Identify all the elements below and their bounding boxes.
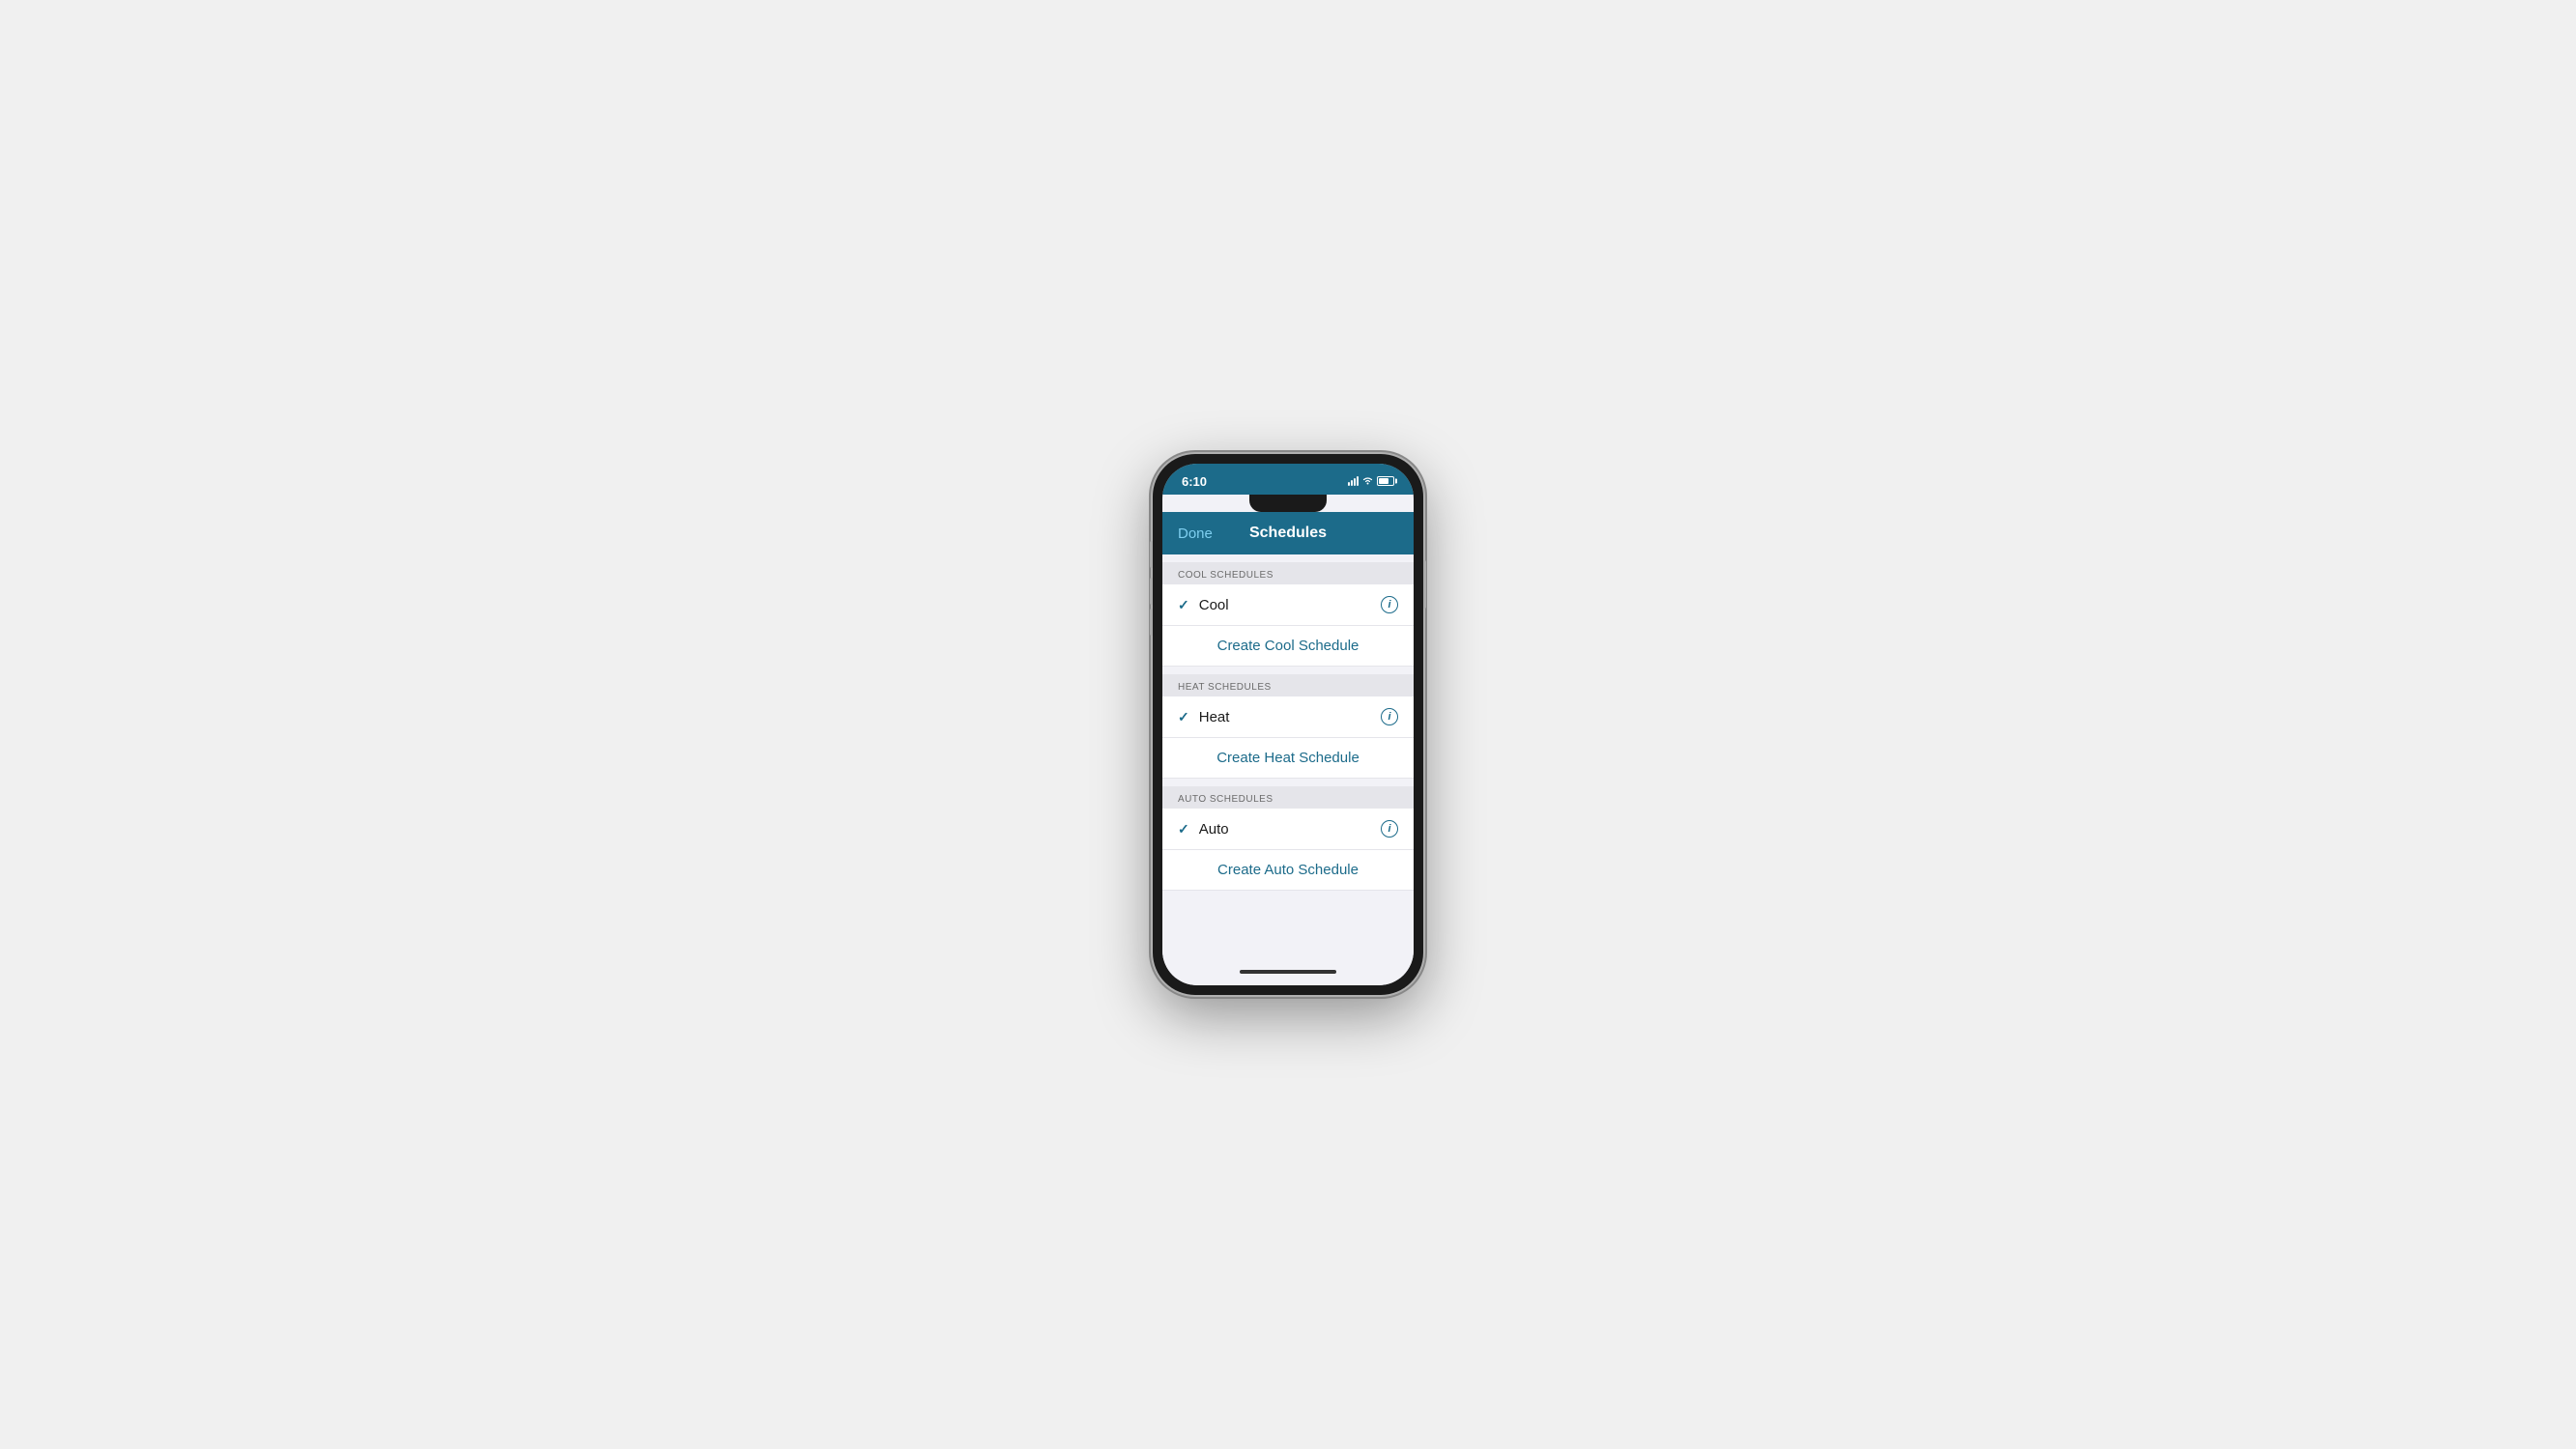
- auto-schedules-header: AUTO SCHEDULES: [1162, 786, 1414, 809]
- cool-schedules-header: COOL SCHEDULES: [1162, 562, 1414, 584]
- section-gap-top: [1162, 554, 1414, 562]
- auto-label: Auto: [1199, 821, 1381, 838]
- page-title: Schedules: [1249, 525, 1327, 542]
- home-indicator: [1240, 970, 1336, 974]
- auto-schedule-item[interactable]: ✓ Auto i: [1162, 809, 1414, 850]
- phone-screen: 6:10 Done: [1162, 464, 1414, 985]
- cool-checkmark-icon: ✓: [1178, 597, 1189, 613]
- create-cool-schedule-button[interactable]: Create Cool Schedule: [1217, 638, 1360, 654]
- cool-info-icon[interactable]: i: [1381, 596, 1398, 613]
- heat-checkmark-icon: ✓: [1178, 709, 1189, 725]
- wifi-icon: [1362, 476, 1373, 487]
- create-heat-row: Create Heat Schedule: [1162, 738, 1414, 779]
- auto-info-icon[interactable]: i: [1381, 820, 1398, 838]
- nav-bar: Done Schedules: [1162, 512, 1414, 554]
- cool-label: Cool: [1199, 597, 1381, 613]
- content-area: COOL SCHEDULES ✓ Cool i Create Cool Sche…: [1162, 554, 1414, 985]
- status-time: 6:10: [1182, 474, 1207, 489]
- heat-label: Heat: [1199, 709, 1381, 725]
- battery-fill: [1379, 478, 1388, 484]
- notch: [1249, 495, 1327, 512]
- heat-schedule-item[interactable]: ✓ Heat i: [1162, 696, 1414, 738]
- section-gap-auto: [1162, 779, 1414, 786]
- heat-info-icon[interactable]: i: [1381, 708, 1398, 725]
- status-icons: [1348, 475, 1394, 487]
- battery-icon: [1377, 476, 1394, 486]
- create-auto-row: Create Auto Schedule: [1162, 850, 1414, 891]
- auto-checkmark-icon: ✓: [1178, 821, 1189, 838]
- signal-bars-icon: [1348, 476, 1359, 486]
- heat-schedules-header: HEAT SCHEDULES: [1162, 674, 1414, 696]
- create-auto-schedule-button[interactable]: Create Auto Schedule: [1217, 862, 1359, 878]
- create-heat-schedule-button[interactable]: Create Heat Schedule: [1216, 750, 1360, 766]
- create-cool-row: Create Cool Schedule: [1162, 626, 1414, 667]
- bottom-safe-area: [1162, 891, 1414, 910]
- section-gap-heat: [1162, 667, 1414, 674]
- done-button[interactable]: Done: [1178, 526, 1213, 542]
- phone-wrapper: 6:10 Done: [1153, 454, 1423, 995]
- status-bar: 6:10: [1162, 464, 1414, 495]
- cool-schedule-item[interactable]: ✓ Cool i: [1162, 584, 1414, 626]
